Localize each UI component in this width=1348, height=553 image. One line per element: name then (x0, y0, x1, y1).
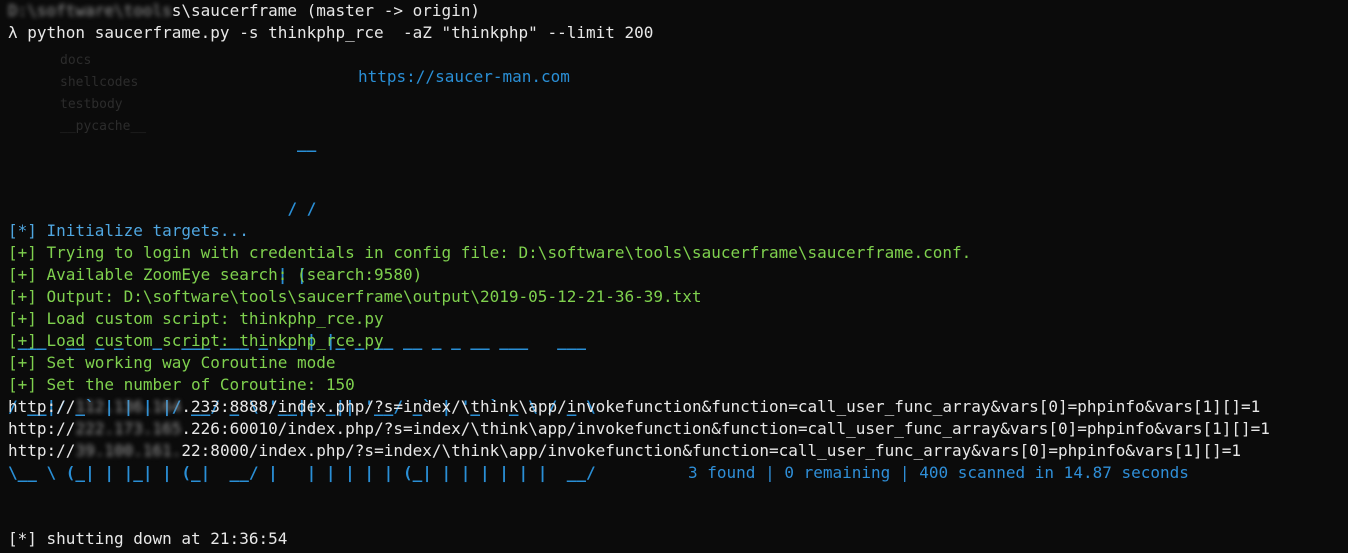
prompt-path: s\saucerframe (master -> origin) (171, 1, 481, 20)
log-line: [+] Set working way Coroutine mode (8, 353, 336, 372)
scan-summary: 3 found | 0 remaining | 400 scanned in 1… (688, 463, 1189, 482)
prompt-line: D:\software\toolss\saucerframe (master -… (8, 0, 480, 22)
log-line: [+] Output: D:\software\tools\saucerfram… (8, 287, 702, 306)
result-prefix: http:// (8, 397, 76, 416)
banner-row: \__ \ (_| | |_| | (_| __/ | | | | | | (_… (8, 463, 596, 482)
result-ip-blurred: 39.100.161. (75, 441, 182, 460)
result-url: 22:8000/index.php/?s=index/\think\app/in… (181, 441, 1242, 460)
log-line: [*] Initialize targets... (8, 221, 249, 240)
log-line: [+] Available ZoomEye search: (search:95… (8, 265, 423, 284)
result-ip-blurred: 222.173.165 (75, 419, 182, 438)
result-line[interactable]: http://39.100.161.22:8000/index.php/?s=i… (8, 440, 1241, 462)
banner-row: / / (8, 199, 317, 218)
result-prefix: http:// (8, 419, 76, 438)
log-line: [+] Set the number of Coroutine: 150 (8, 375, 355, 394)
result-url: .226:60010/index.php/?s=index/\think\app… (181, 419, 1270, 438)
result-ip-blurred: 112.136.164 (75, 397, 182, 416)
log-line: [+] Trying to login with credentials in … (8, 243, 972, 262)
result-line[interactable]: http://222.173.165.226:60010/index.php/?… (8, 418, 1270, 440)
result-url: .233:8888/index.php/?s=index/\think\app/… (181, 397, 1261, 416)
terminal-window[interactable]: docs shellcodes testbody __pycache__ D:\sof… (0, 0, 1348, 553)
command-line[interactable]: λ python saucerframe.py -s thinkphp_rce … (8, 22, 653, 44)
result-prefix: http:// (8, 441, 76, 460)
banner-row: __ (8, 133, 317, 152)
result-line[interactable]: http://112.136.164.233:8888/index.php/?s… (8, 396, 1260, 418)
shutdown-line: [*] shutting down at 21:36:54 (8, 529, 288, 548)
log-line: [+] Load custom script: thinkphp_rce.py (8, 331, 384, 350)
log-line: [+] Load custom script: thinkphp_rce.py (8, 309, 384, 328)
banner-url: https://saucer-man.com (358, 67, 570, 86)
prompt-path-blurred: D:\software\tools (8, 1, 172, 20)
